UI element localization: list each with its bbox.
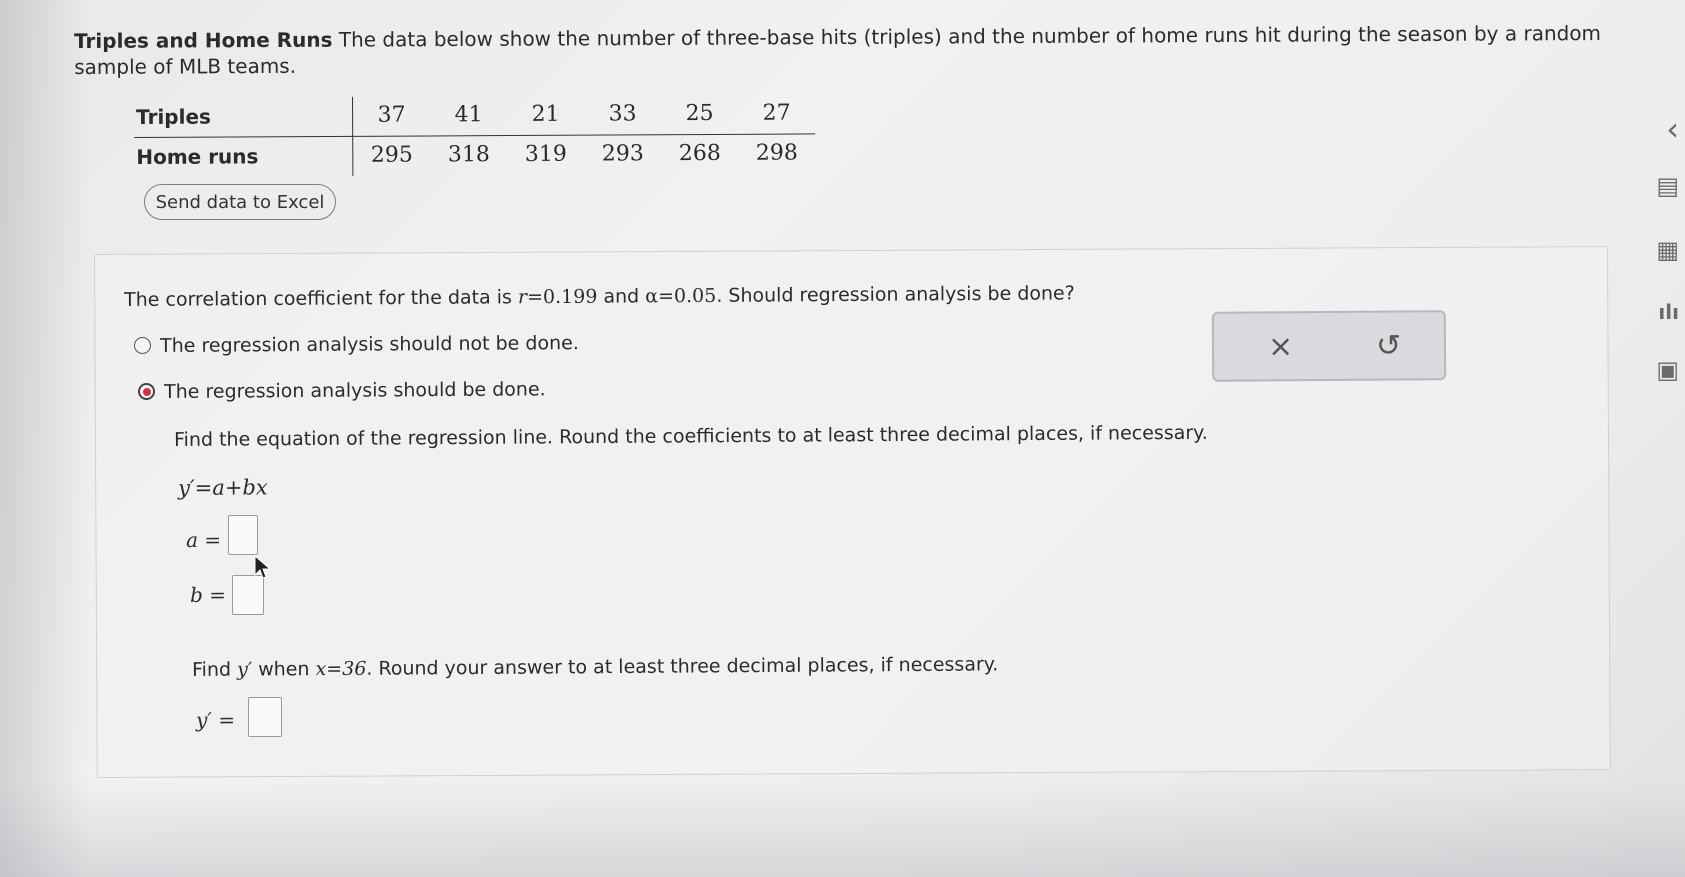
table-cell: 21: [506, 95, 585, 136]
table-cell: 41: [429, 96, 508, 136]
background-shade: [0, 0, 90, 877]
row-label-home-runs: Home runs: [134, 136, 353, 177]
b-label: b =: [190, 582, 227, 607]
r-value: =0.199: [526, 285, 598, 309]
y-prime-input[interactable]: [248, 697, 282, 737]
table-cell: 27: [737, 94, 816, 135]
table-cell: 319: [524, 141, 567, 167]
question-text: . Round your answer to at least three de…: [366, 653, 999, 680]
question-text: when: [258, 658, 310, 681]
regression-equation: y′=a+bx: [178, 475, 268, 500]
table-cell: 268: [678, 140, 721, 167]
table-cell: 298: [755, 140, 798, 166]
question-text: . Should regression analysis be done?: [716, 282, 1075, 307]
table-tool-icon[interactable]: ▣: [1656, 356, 1679, 384]
undo-icon[interactable]: ↺: [1376, 328, 1401, 363]
send-to-excel-button[interactable]: Send data to Excel: [144, 184, 336, 220]
data-table: Triples 37 41 21 33 25 27 Home runs 295 …: [134, 94, 816, 177]
chart-icon[interactable]: ılı: [1658, 300, 1679, 324]
answer-actions-box: × ↺: [1211, 310, 1447, 382]
problem-intro: Triples and Home Runs The data below sho…: [74, 20, 1634, 80]
table-cell: 318: [447, 142, 490, 168]
row-label-triples: Triples: [134, 96, 353, 138]
mouse-cursor-icon: [254, 555, 272, 579]
radio-not-done[interactable]: [134, 337, 151, 354]
table-cell: 293: [601, 141, 644, 167]
x-value: x=36: [315, 657, 367, 681]
option-label-done[interactable]: The regression analysis should be done.: [164, 377, 546, 404]
textbook-icon[interactable]: ▤: [1656, 172, 1679, 200]
a-input[interactable]: [228, 515, 258, 555]
alpha-value: α=0.05: [645, 284, 717, 308]
collapse-chevron-icon[interactable]: ‹: [1666, 110, 1679, 148]
table-cell: 295: [370, 142, 413, 168]
option-label-not-done[interactable]: The regression analysis should not be do…: [160, 331, 579, 358]
radio-done-selected[interactable]: [138, 383, 155, 400]
question-text: The correlation coefficient for the data…: [124, 286, 512, 311]
b-input[interactable]: [232, 575, 264, 615]
question-text: and: [603, 285, 640, 308]
table-cell: 33: [583, 95, 662, 136]
table-row-triples: Triples 37 41 21 33 25 27: [134, 94, 816, 138]
y-prime-label: y′ =: [196, 707, 236, 732]
question-text: Find: [192, 658, 232, 681]
problem-title: Triples and Home Runs: [74, 27, 333, 53]
table-cell: 37: [352, 96, 431, 137]
a-label: a =: [186, 527, 222, 552]
background-shade-bottom: [0, 780, 1685, 877]
clear-icon[interactable]: ×: [1268, 329, 1293, 364]
calculator-icon[interactable]: ▦: [1656, 236, 1679, 264]
table-row-home-runs: Home runs 295 318 319 293 268 298: [134, 134, 815, 177]
y-prime-variable: y′: [236, 658, 253, 681]
table-cell: 25: [660, 94, 739, 135]
r-variable: r: [517, 286, 528, 309]
